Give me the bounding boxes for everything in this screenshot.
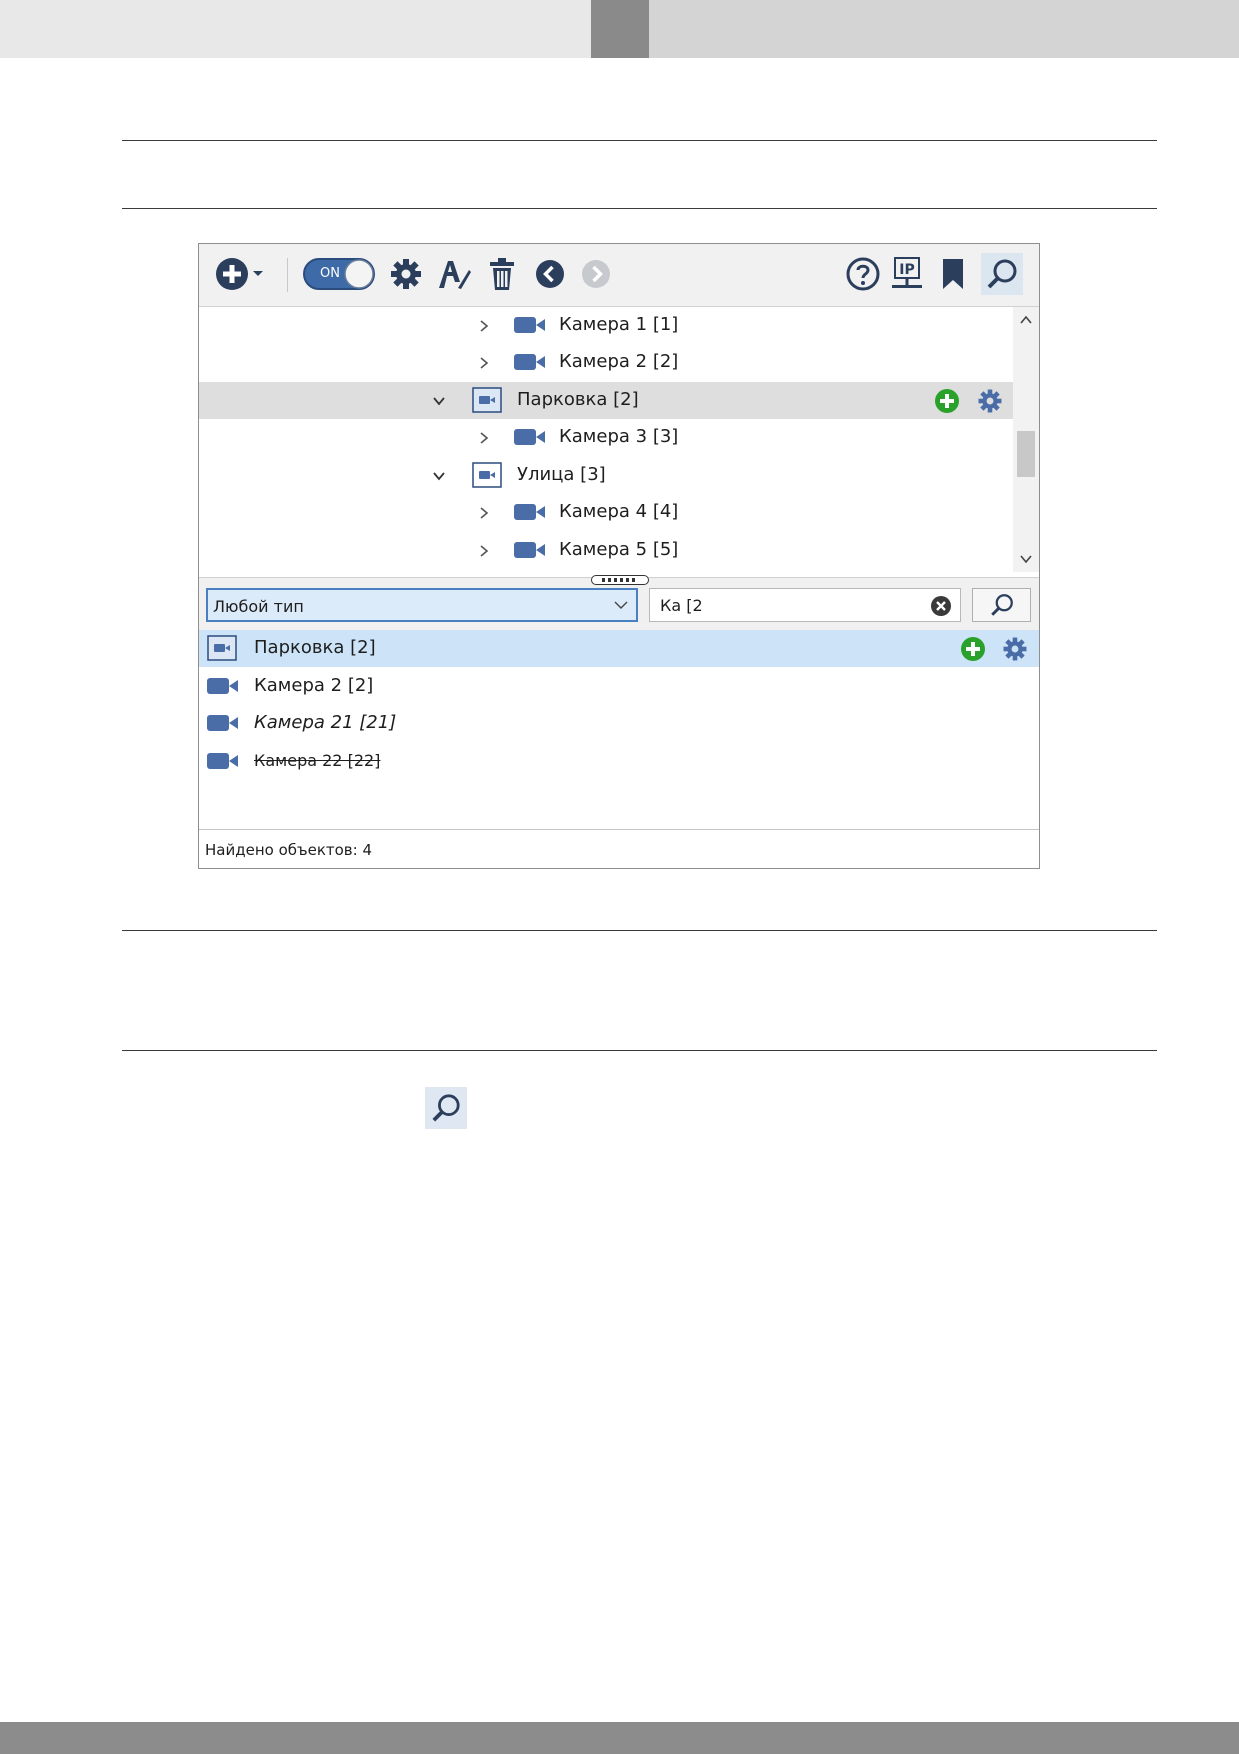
- tree-item-label: Камера 3 [3]: [559, 426, 679, 447]
- result-item-label: Парковка [2]: [254, 637, 376, 658]
- divider-middle-2: [122, 1050, 1157, 1051]
- tree-item[interactable]: Улица [3]: [199, 457, 1013, 494]
- result-item-selected[interactable]: Парковка [2]: [199, 630, 1039, 667]
- forward-icon: [581, 259, 611, 289]
- search-icon: [986, 258, 1018, 290]
- camera-group-icon: [472, 462, 502, 488]
- objects-panel: ON IP Камера 1 [1] Камера 2 [2] Парковка…: [198, 243, 1040, 869]
- toolbar-separator: [287, 258, 288, 292]
- scroll-thumb[interactable]: [1017, 431, 1035, 477]
- scroll-down-icon[interactable]: [1020, 554, 1032, 564]
- result-item-label: Камера 22 [22]: [254, 751, 381, 770]
- back-button[interactable]: [529, 253, 571, 295]
- scroll-up-icon[interactable]: [1020, 315, 1032, 325]
- camera-icon: [207, 753, 238, 769]
- camera-icon: [207, 678, 238, 694]
- help-icon: [846, 257, 880, 291]
- add-camera-icon[interactable]: [934, 388, 960, 414]
- bookmark-icon: [941, 258, 965, 290]
- grip-icon: [602, 578, 635, 582]
- result-item-label: Камера 2 [2]: [254, 675, 374, 696]
- search-button[interactable]: [972, 588, 1031, 622]
- tree-item-label: Камера 2 [2]: [559, 351, 679, 372]
- tree-item-label: Камера 4 [4]: [559, 501, 679, 522]
- rename-button[interactable]: [433, 253, 475, 295]
- result-item[interactable]: Камера 21 [21]: [199, 705, 1039, 742]
- rename-icon: [436, 257, 472, 291]
- header-bar-left: [0, 0, 591, 58]
- camera-icon: [514, 542, 545, 558]
- result-item-label: Камера 21 [21]: [254, 712, 397, 733]
- header-bar-right: [649, 0, 1239, 58]
- clear-search-icon[interactable]: [930, 595, 952, 617]
- gear-icon[interactable]: [1002, 636, 1028, 662]
- ip-devices-button[interactable]: IP: [886, 253, 928, 295]
- back-icon: [535, 259, 565, 289]
- ip-network-icon: IP: [890, 256, 924, 292]
- search-icon: [990, 594, 1013, 616]
- footer-bar: [0, 1722, 1239, 1754]
- dropdown-arrow-icon: [252, 270, 264, 278]
- search-input[interactable]: Ка [2: [649, 588, 961, 622]
- settings-button[interactable]: [385, 253, 427, 295]
- bookmarks-button[interactable]: [932, 253, 974, 295]
- camera-icon: [514, 429, 545, 445]
- add-circle-icon: [215, 257, 249, 291]
- chevron-right-icon[interactable]: [477, 544, 491, 558]
- gear-icon: [389, 257, 423, 291]
- object-type-select[interactable]: Любой тип: [206, 588, 638, 622]
- divider-middle-1: [122, 930, 1157, 931]
- camera-icon: [514, 354, 545, 370]
- camera-icon: [207, 715, 238, 731]
- header-page-marker: [591, 0, 649, 58]
- search-button-reference: [425, 1087, 467, 1129]
- divider-top-2: [122, 208, 1157, 209]
- tree-item[interactable]: Камера 5 [5]: [199, 532, 1013, 569]
- tree-item-label: Камера 5 [5]: [559, 539, 679, 560]
- tree-item[interactable]: Камера 2 [2]: [199, 344, 1013, 381]
- svg-text:IP: IP: [899, 262, 914, 278]
- tree-item-label: Камера 1 [1]: [559, 314, 679, 335]
- object-type-value: Любой тип: [213, 597, 304, 616]
- search-toggle-button[interactable]: [981, 253, 1023, 295]
- camera-group-icon: [472, 387, 502, 413]
- status-bar: Найдено объектов: 4: [199, 829, 1039, 868]
- help-button[interactable]: [842, 253, 884, 295]
- chevron-down-icon: [614, 601, 628, 609]
- delete-button[interactable]: [481, 253, 523, 295]
- panel-splitter-handle[interactable]: [591, 575, 649, 585]
- tree-item[interactable]: Камера 1 [1]: [199, 307, 1013, 344]
- gear-icon[interactable]: [977, 388, 1003, 414]
- search-input-value: Ка [2: [660, 596, 703, 615]
- add-camera-icon[interactable]: [960, 636, 986, 662]
- tree-item[interactable]: Камера 3 [3]: [199, 419, 1013, 456]
- tree-scrollbar[interactable]: [1013, 307, 1039, 572]
- toolbar: ON IP: [199, 244, 1039, 307]
- forward-button[interactable]: [575, 253, 617, 295]
- chevron-right-icon[interactable]: [477, 319, 491, 333]
- camera-icon: [514, 317, 545, 333]
- trash-icon: [488, 257, 516, 291]
- divider-top-1: [122, 140, 1157, 141]
- found-count: Найдено объектов: 4: [205, 841, 373, 859]
- tree-item-label: Парковка [2]: [517, 389, 639, 410]
- result-item[interactable]: Камера 22 [22]: [199, 743, 1039, 780]
- chevron-down-icon[interactable]: [432, 469, 446, 483]
- chevron-down-icon[interactable]: [432, 394, 446, 408]
- chevron-right-icon[interactable]: [477, 431, 491, 445]
- add-dropdown-button[interactable]: [247, 253, 269, 295]
- chevron-right-icon[interactable]: [477, 356, 491, 370]
- tree-item-label: Улица [3]: [517, 464, 606, 485]
- tree-item-selected[interactable]: Парковка [2]: [199, 382, 1013, 419]
- camera-group-icon: [207, 635, 237, 661]
- result-item[interactable]: Камера 2 [2]: [199, 668, 1039, 705]
- search-icon: [432, 1094, 460, 1122]
- toggle-label: ON: [320, 266, 340, 281]
- tree-item[interactable]: Камера 4 [4]: [199, 494, 1013, 531]
- on-off-toggle[interactable]: ON: [303, 253, 375, 295]
- object-tree: Камера 1 [1] Камера 2 [2] Парковка [2] К…: [199, 307, 1039, 572]
- search-results-list: Парковка [2] Камера 2 [2] Камера 21 [21]…: [199, 630, 1039, 816]
- chevron-right-icon[interactable]: [477, 506, 491, 520]
- camera-icon: [514, 504, 545, 520]
